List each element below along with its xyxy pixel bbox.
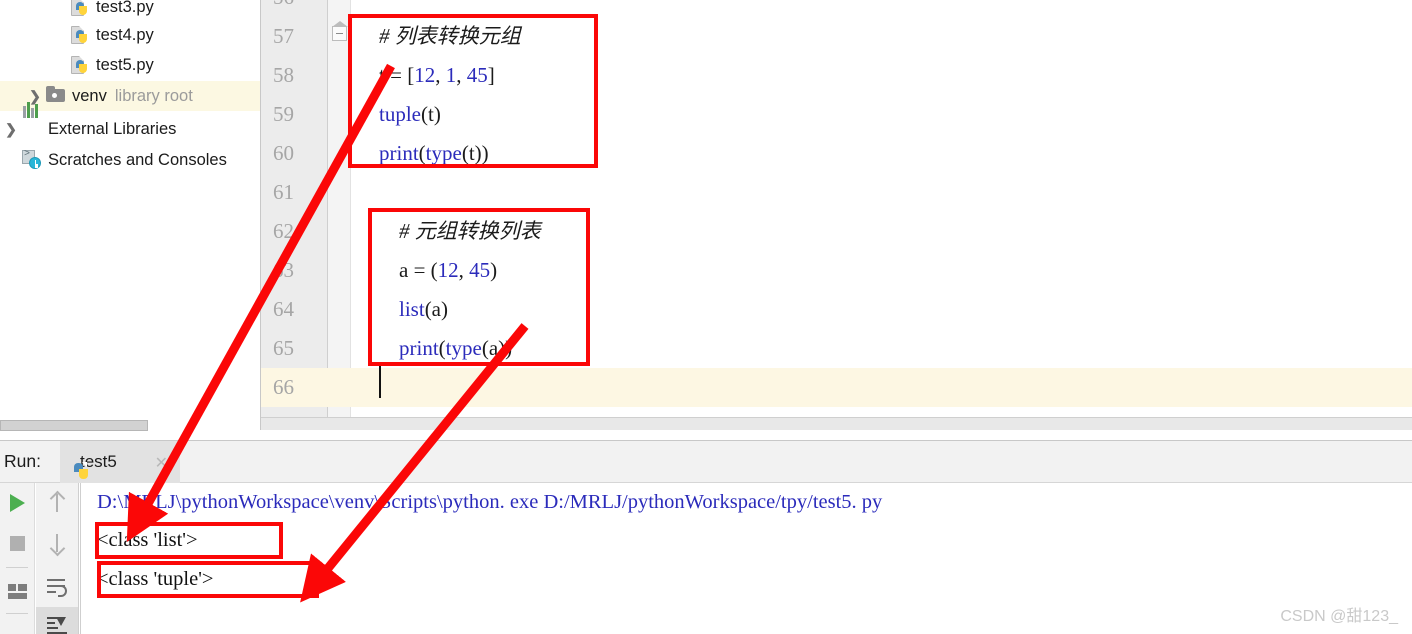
tree-item-venv[interactable]: ❯ venv library root xyxy=(0,81,260,111)
tree-item-label: Scratches and Consoles xyxy=(48,150,227,169)
close-icon[interactable]: ✕ xyxy=(155,453,168,473)
run-button[interactable] xyxy=(0,485,34,521)
line-code: # 元组转换列表 xyxy=(399,219,541,243)
scroll-to-end-button[interactable] xyxy=(36,607,78,634)
project-horizontal-scrollbar-thumb[interactable] xyxy=(0,420,148,431)
tree-item-label: test4.py xyxy=(96,25,154,44)
editor-line[interactable]: 59 tuple(t) xyxy=(261,95,1412,134)
run-panel-label: Run: xyxy=(4,451,41,471)
run-console-output[interactable]: D:\MRLJ\pythonWorkspace\venv\Scripts\pyt… xyxy=(80,483,1412,634)
line-number: 56 xyxy=(261,0,316,17)
fold-collapse-icon[interactable] xyxy=(332,21,348,41)
soft-wrap-button[interactable] xyxy=(36,569,78,605)
tree-item-scratches-and-consoles[interactable]: Scratches and Consoles xyxy=(0,145,260,175)
line-number: 59 xyxy=(273,102,294,126)
run-tool-window[interactable]: Run: test5 ✕ D:\MRLJ\pythonWorkspace\ven… xyxy=(0,440,1412,634)
tree-item-test3[interactable]: test3.py xyxy=(0,0,260,22)
tree-item-label: test5.py xyxy=(96,55,154,74)
line-number: 65 xyxy=(273,336,294,360)
arrow-up-icon xyxy=(50,492,64,514)
layout-button[interactable] xyxy=(0,573,34,609)
tree-item-test5[interactable]: test5.py xyxy=(0,50,260,80)
scroll-to-end-icon xyxy=(47,616,67,634)
editor-line[interactable]: 61 xyxy=(261,173,1412,212)
folder-icon xyxy=(46,86,68,106)
text-caret xyxy=(379,364,381,398)
line-number: 58 xyxy=(273,63,294,87)
tree-item-test4[interactable]: test4.py xyxy=(0,20,260,50)
editor-line[interactable]: 60 print(type(t)) xyxy=(261,134,1412,173)
run-toolbar-primary[interactable] xyxy=(0,483,35,634)
line-code: # 列表转换元组 xyxy=(379,24,521,48)
python-file-icon xyxy=(70,55,92,75)
editor-line[interactable]: 64 list(a) xyxy=(261,290,1412,329)
pycharm-screenshot: test3.py test4.py test5.py ❯ venv librar… xyxy=(0,0,1412,634)
editor-line[interactable]: 58 t = [12, 1, 45] xyxy=(261,56,1412,95)
python-file-icon xyxy=(70,25,92,45)
python-file-icon xyxy=(70,0,92,17)
line-code: print(type(a)) xyxy=(399,336,513,360)
editor-line[interactable]: 63 a = (12, 45) xyxy=(261,251,1412,290)
soft-wrap-icon xyxy=(47,579,67,597)
tree-item-external-libraries[interactable]: ❯ External Libraries xyxy=(0,102,260,144)
up-button[interactable] xyxy=(36,485,78,521)
code-editor[interactable]: 56 57 # 列表转换元组 58 t = [12, 1, 45] 59 tup… xyxy=(261,0,1412,417)
toolbar-divider xyxy=(6,567,28,568)
line-code: print(type(t)) xyxy=(379,141,489,165)
layout-icon xyxy=(7,583,27,599)
editor-line[interactable]: 62 # 元组转换列表 xyxy=(261,212,1412,251)
editor-horizontal-scrollbar-track[interactable] xyxy=(261,417,1412,430)
project-tree-panel[interactable]: test3.py test4.py test5.py ❯ venv librar… xyxy=(0,0,261,430)
line-code: a = (12, 45) xyxy=(399,258,498,282)
line-code: list(a) xyxy=(399,297,448,321)
editor-line[interactable]: 56 xyxy=(261,0,1412,17)
tree-item-sublabel: library root xyxy=(114,86,193,105)
bar-chart-icon xyxy=(22,102,44,139)
line-code: t = [12, 1, 45] xyxy=(379,63,495,87)
line-number: 62 xyxy=(273,219,294,243)
console-line-command: D:\MRLJ\pythonWorkspace\venv\Scripts\pyt… xyxy=(97,491,883,513)
play-icon xyxy=(9,494,25,512)
scratches-icon xyxy=(22,149,44,170)
console-line-output-tuple: <class 'tuple'> xyxy=(97,568,214,590)
tree-item-label: External Libraries xyxy=(48,119,177,138)
line-number: 60 xyxy=(273,141,294,165)
tree-item-label: test3.py xyxy=(96,0,154,16)
line-number: 66 xyxy=(273,375,294,399)
line-code: tuple(t) xyxy=(379,102,441,126)
run-tab-bar: Run: test5 ✕ xyxy=(0,441,1412,483)
toolbar-divider xyxy=(6,613,28,614)
line-number: 64 xyxy=(273,297,294,321)
editor-line[interactable]: 57 # 列表转换元组 xyxy=(261,17,1412,56)
stop-icon xyxy=(9,535,25,551)
stop-button[interactable] xyxy=(0,525,34,561)
run-tab-test5[interactable]: test5 ✕ xyxy=(60,441,180,483)
arrow-down-icon xyxy=(50,532,64,554)
down-button[interactable] xyxy=(36,525,78,561)
chevron-right-icon[interactable]: ❯ xyxy=(0,121,22,138)
line-number: 61 xyxy=(273,180,294,204)
editor-line-current[interactable]: 66 xyxy=(261,368,1412,407)
line-number: 63 xyxy=(273,258,294,282)
editor-line[interactable]: 65 print(type(a)) xyxy=(261,329,1412,368)
tree-item-label: venv xyxy=(72,86,107,105)
run-toolbar-secondary[interactable] xyxy=(36,483,79,634)
console-line-output-list: <class 'list'> xyxy=(97,529,198,551)
line-number: 57 xyxy=(273,24,294,48)
